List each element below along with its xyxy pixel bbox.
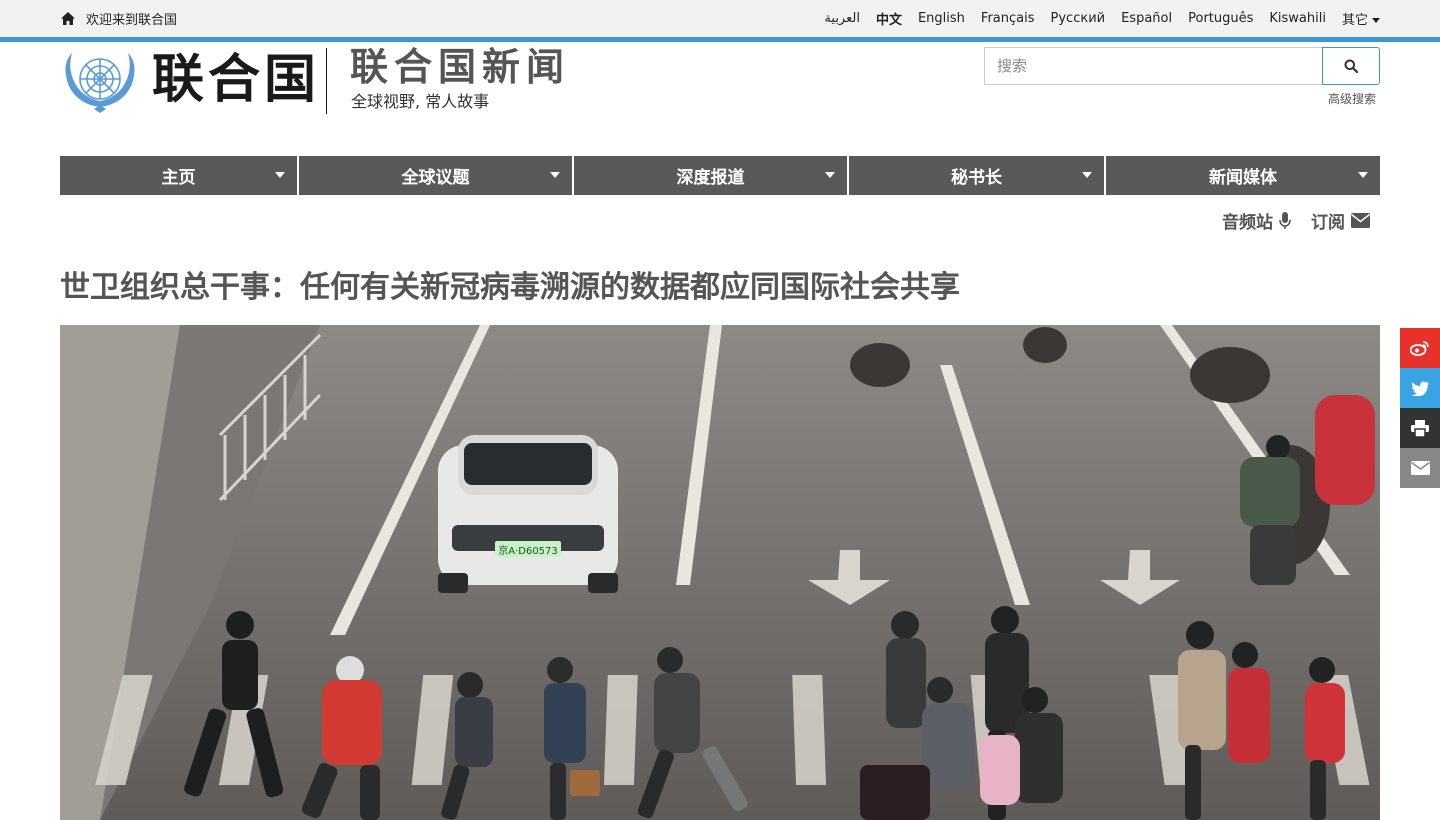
twitter-icon <box>1411 381 1429 396</box>
lang-english[interactable]: English <box>918 11 965 26</box>
language-switcher: العربية 中文 English Français Русский Espa… <box>824 9 1380 28</box>
lang-arabic[interactable]: العربية <box>824 11 860 26</box>
nav-item-label: 主页 <box>161 168 196 188</box>
subscribe-link[interactable]: 订阅 <box>1311 208 1370 233</box>
nav-item-label: 新闻媒体 <box>1209 168 1277 188</box>
license-plate: 京A·D60573 <box>498 544 558 557</box>
home-icon <box>61 11 75 25</box>
welcome-text: 欢迎来到联合国 <box>86 13 178 28</box>
audio-link[interactable]: 音频站 <box>1222 208 1291 233</box>
nav-item-in-depth[interactable]: 深度报道 <box>574 156 849 195</box>
nav-item-secretary-general[interactable]: 秘书长 <box>849 156 1106 195</box>
caret-down-icon <box>1082 172 1092 178</box>
lang-french[interactable]: Français <box>981 11 1035 26</box>
site-header: 联合国 联合国新闻 全球视野, 常人故事 高级搜索 <box>60 42 1380 152</box>
envelope-icon <box>1351 213 1370 228</box>
nav-item-media[interactable]: 新闻媒体 <box>1106 156 1380 195</box>
share-sidebar <box>1400 328 1440 488</box>
car: 京A·D60573 <box>438 435 618 593</box>
un-title[interactable]: 联合国 <box>152 48 320 112</box>
subscribe-label: 订阅 <box>1311 213 1345 233</box>
caret-down-icon <box>1358 172 1368 178</box>
caret-down-icon <box>825 172 835 178</box>
lang-spanish[interactable]: Español <box>1121 11 1172 26</box>
caret-down-icon <box>275 172 285 178</box>
tagline: 全球视野, 常人故事 <box>351 92 490 111</box>
nav-item-global-issues[interactable]: 全球议题 <box>299 156 574 195</box>
news-title[interactable]: 联合国新闻 <box>350 44 570 90</box>
article-headline: 世卫组织总干事：任何有关新冠病毒溯源的数据都应同国际社会共享 <box>60 270 960 305</box>
caret-down-icon <box>550 172 560 178</box>
search-input[interactable] <box>984 47 1322 85</box>
article-hero-image: 京A·D60573 <box>60 325 1380 820</box>
lang-kiswahili[interactable]: Kiswahili <box>1269 11 1326 26</box>
print-button[interactable] <box>1400 408 1440 448</box>
search-icon <box>1344 59 1358 73</box>
main-nav: 主页 全球议题 深度报道 秘书长 新闻媒体 <box>60 156 1380 195</box>
secondary-links: 音频站 订阅 <box>1222 208 1370 233</box>
nav-item-label: 秘书长 <box>951 168 1002 188</box>
share-weibo-button[interactable] <box>1400 328 1440 368</box>
nav-item-home[interactable]: 主页 <box>60 156 299 195</box>
print-icon <box>1411 419 1429 437</box>
un-emblem-logo[interactable] <box>60 47 140 115</box>
nav-item-label: 全球议题 <box>401 168 470 188</box>
lang-other-dropdown[interactable]: 其它 <box>1342 9 1380 28</box>
header-divider <box>326 48 327 114</box>
audio-label: 音频站 <box>1222 213 1273 233</box>
share-twitter-button[interactable] <box>1400 368 1440 408</box>
email-icon <box>1410 461 1430 475</box>
microphone-icon <box>1279 211 1291 229</box>
search-button[interactable] <box>1322 47 1380 85</box>
weibo-icon <box>1410 341 1429 356</box>
top-utility-bar: 欢迎来到联合国 العربية 中文 English Français Русс… <box>0 0 1440 42</box>
lang-portuguese[interactable]: Português <box>1188 11 1253 26</box>
share-email-button[interactable] <box>1400 448 1440 488</box>
lang-other-label: 其它 <box>1341 13 1368 28</box>
search-form <box>984 47 1380 85</box>
nav-item-label: 深度报道 <box>676 168 745 188</box>
advanced-search-link[interactable]: 高级搜索 <box>1328 90 1376 107</box>
street-crossing-photo: 京A·D60573 <box>60 325 1380 820</box>
lang-chinese[interactable]: 中文 <box>876 9 902 28</box>
chevron-down-icon <box>1372 18 1380 23</box>
lang-russian[interactable]: Русский <box>1051 11 1106 26</box>
welcome-link[interactable]: 欢迎来到联合国 <box>60 9 177 28</box>
top-utility-bar-inner: 欢迎来到联合国 العربية 中文 English Français Русс… <box>60 0 1380 37</box>
